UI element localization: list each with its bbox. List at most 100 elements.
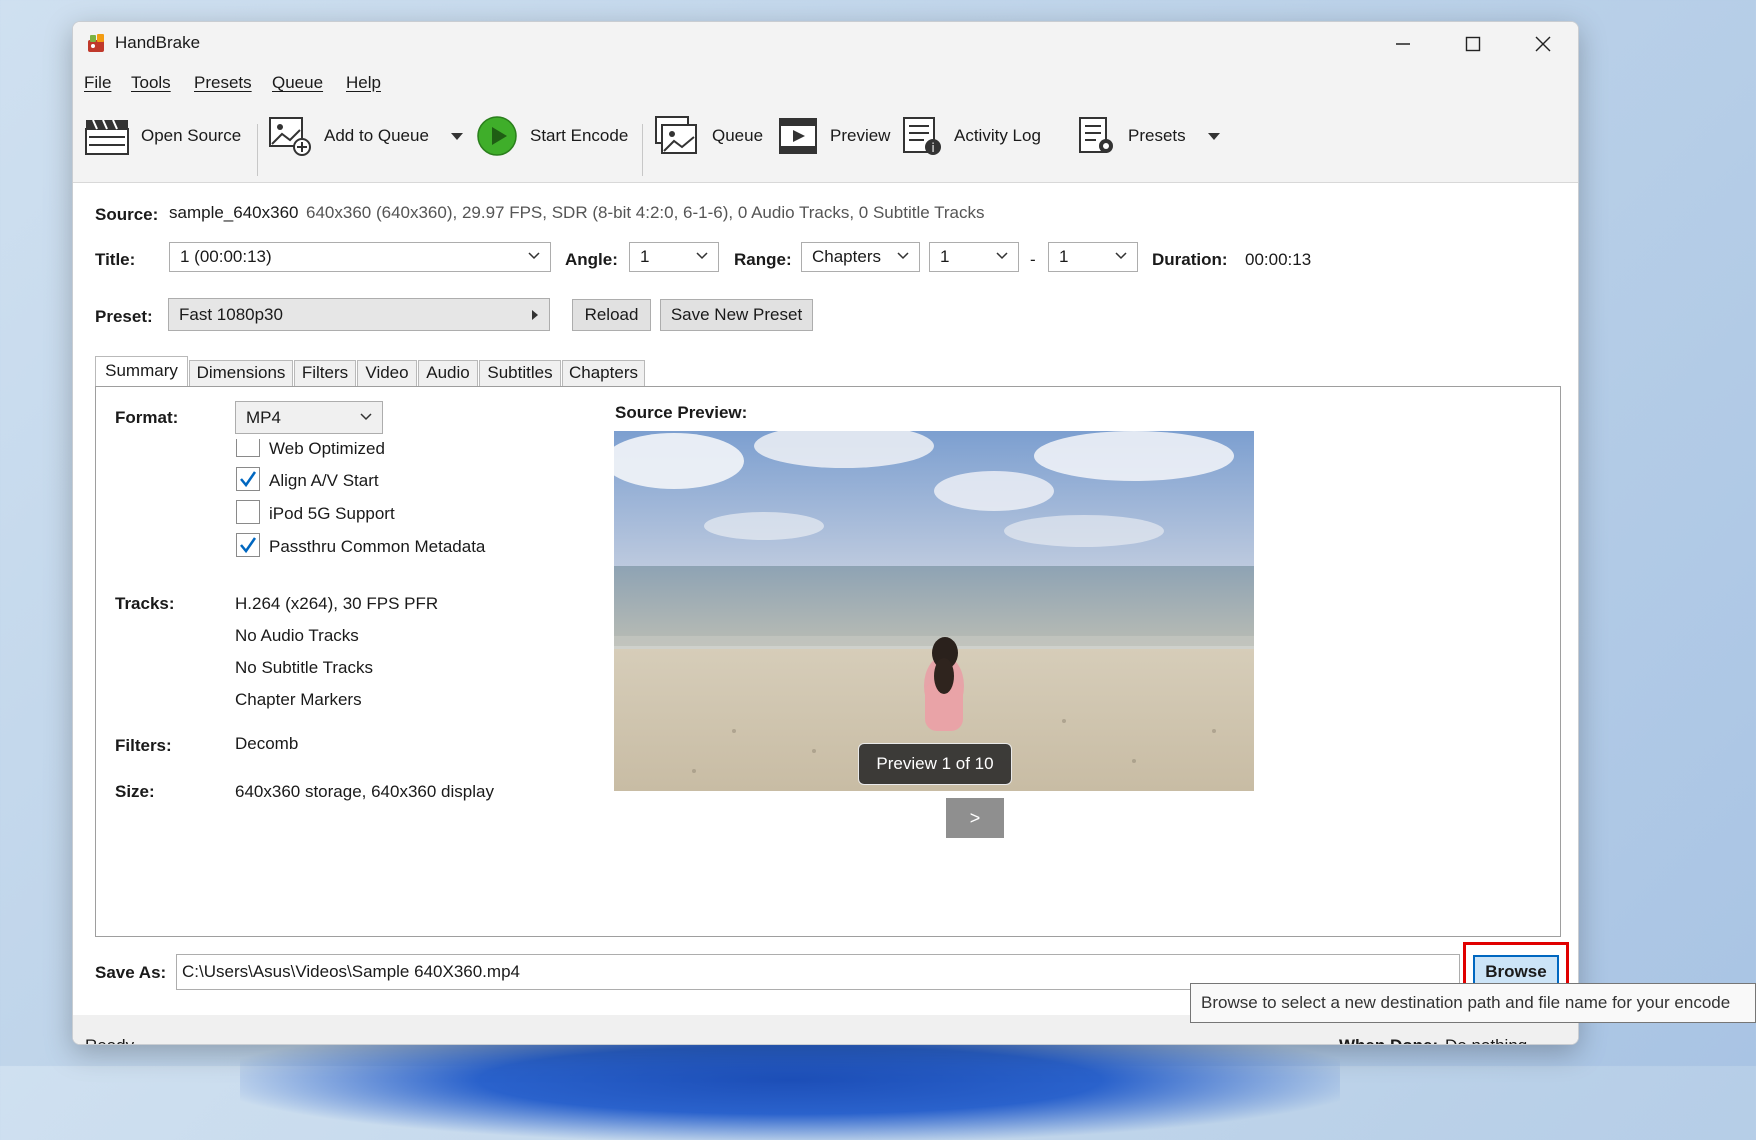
- close-icon: [1535, 36, 1551, 52]
- track-video: H.264 (x264), 30 FPS PFR: [235, 594, 439, 613]
- checkmark-icon: [240, 537, 257, 554]
- start-encode-label: Start Encode: [530, 126, 629, 145]
- menu-help[interactable]: Help: [346, 73, 381, 93]
- activity-log-icon: i: [903, 117, 941, 155]
- svg-text:i: i: [931, 141, 934, 155]
- source-info: 640x360 (640x360), 29.97 FPS, SDR (8-bit…: [306, 203, 985, 222]
- range-separator: -: [1030, 250, 1036, 269]
- preset-value: Fast 1080p30: [179, 305, 283, 324]
- preview-counter-badge: Preview 1 of 10: [858, 743, 1012, 785]
- play-icon: [477, 116, 517, 156]
- window-title: HandBrake: [115, 33, 201, 52]
- range-start-value: 1: [940, 247, 950, 266]
- menu-queue[interactable]: Queue: [272, 73, 323, 93]
- title-bar: HandBrake: [73, 22, 1578, 66]
- tab-subtitles[interactable]: Subtitles: [479, 360, 561, 386]
- preview-button[interactable]: Preview: [778, 114, 890, 158]
- source-name: sample_640x360: [169, 203, 299, 222]
- tab-dimensions[interactable]: Dimensions: [189, 360, 293, 386]
- angle-select[interactable]: 1: [629, 242, 719, 272]
- open-source-label: Open Source: [141, 126, 242, 145]
- clapperboard-icon: [85, 119, 129, 155]
- presets-label: Presets: [1128, 126, 1186, 145]
- minimize-button[interactable]: [1368, 22, 1438, 66]
- range-end-value: 1: [1059, 247, 1069, 266]
- start-encode-button[interactable]: Start Encode: [476, 114, 628, 158]
- track-chapters: Chapter Markers: [235, 690, 362, 709]
- chevron-down-icon: [1115, 252, 1127, 260]
- tracks-label: Tracks:: [115, 594, 175, 613]
- presets-button[interactable]: Presets: [1078, 114, 1220, 158]
- add-to-queue-button[interactable]: Add to Queue: [268, 114, 463, 158]
- menu-tools[interactable]: Tools: [131, 73, 171, 93]
- passthru-metadata-checkbox[interactable]: [236, 533, 260, 557]
- tab-summary[interactable]: Summary: [95, 356, 188, 387]
- duration-label: Duration:: [1152, 250, 1228, 269]
- browse-tooltip: Browse to select a new destination path …: [1190, 983, 1756, 1023]
- tab-audio[interactable]: Audio: [418, 360, 478, 386]
- chevron-down-icon: [897, 252, 909, 260]
- queue-images-icon: [655, 116, 697, 154]
- toolbar: Open Source Add to Queue Start Encode Qu…: [73, 100, 1578, 183]
- track-subtitles: No Subtitle Tracks: [235, 658, 373, 677]
- preview-label: Preview: [830, 126, 891, 145]
- angle-label: Angle:: [565, 250, 618, 269]
- menu-file[interactable]: File: [84, 73, 111, 93]
- film-preview-icon: [779, 118, 817, 154]
- title-select-value: 1 (00:00:13): [180, 247, 272, 266]
- maximize-button[interactable]: [1438, 22, 1508, 66]
- save-as-label: Save As:: [95, 963, 167, 982]
- title-select[interactable]: 1 (00:00:13): [169, 242, 551, 272]
- source-preview-label: Source Preview:: [615, 403, 748, 422]
- when-done-value[interactable]: Do nothing: [1445, 1036, 1527, 1044]
- size-value: 640x360 storage, 640x360 display: [235, 782, 494, 801]
- next-preview-button[interactable]: >: [946, 798, 1004, 838]
- menu-presets[interactable]: Presets: [194, 73, 252, 93]
- save-new-preset-button[interactable]: Save New Preset: [660, 299, 813, 331]
- ipod-5g-support-checkbox[interactable]: [236, 500, 260, 524]
- add-image-icon: [269, 117, 311, 156]
- format-label: Format:: [115, 408, 179, 427]
- filters-value: Decomb: [235, 734, 299, 753]
- align-av-start-checkbox[interactable]: [236, 467, 260, 491]
- toolbar-separator: [642, 124, 643, 176]
- status-text: Ready: [85, 1036, 134, 1044]
- chevron-down-icon: [696, 252, 708, 260]
- size-label: Size:: [115, 782, 155, 801]
- menu-bar: File Tools Presets Queue Help: [73, 66, 1578, 100]
- source-label: Source:: [95, 205, 159, 224]
- activity-log-button[interactable]: i Activity Log: [902, 114, 1041, 158]
- toolbar-separator: [257, 124, 258, 176]
- range-start-select[interactable]: 1: [929, 242, 1019, 272]
- dropdown-caret-icon[interactable]: [450, 132, 463, 140]
- range-end-select[interactable]: 1: [1048, 242, 1138, 272]
- chevron-down-icon: [996, 252, 1008, 260]
- preset-label: Preset:: [95, 307, 153, 326]
- angle-select-value: 1: [640, 247, 650, 266]
- track-audio: No Audio Tracks: [235, 626, 359, 645]
- filters-label: Filters:: [115, 736, 172, 755]
- chevron-right-icon: [532, 310, 538, 320]
- activity-log-label: Activity Log: [954, 126, 1041, 145]
- title-label: Title:: [95, 250, 136, 269]
- source-preview-image: Preview 1 of 10: [614, 431, 1254, 791]
- align-av-start-label: Align A/V Start: [269, 471, 379, 490]
- passthru-metadata-label: Passthru Common Metadata: [269, 537, 486, 556]
- close-button[interactable]: [1508, 22, 1578, 66]
- preset-selector[interactable]: Fast 1080p30: [168, 298, 550, 331]
- dropdown-caret-icon[interactable]: [1207, 132, 1220, 140]
- queue-button[interactable]: Queue: [654, 114, 763, 158]
- web-optimized-checkbox[interactable]: [236, 439, 260, 457]
- format-select[interactable]: MP4: [235, 401, 383, 434]
- handbrake-app-icon: [88, 34, 104, 52]
- open-source-button[interactable]: Open Source: [85, 114, 241, 158]
- tab-filters[interactable]: Filters: [294, 360, 356, 386]
- range-mode-select[interactable]: Chapters: [801, 242, 920, 272]
- range-mode-value: Chapters: [812, 247, 881, 266]
- tab-video[interactable]: Video: [357, 360, 417, 386]
- ipod-5g-support-label: iPod 5G Support: [269, 504, 395, 523]
- beach-scene-image: [614, 431, 1254, 791]
- presets-settings-icon: [1079, 117, 1113, 153]
- reload-button[interactable]: Reload: [572, 299, 651, 331]
- tab-chapters[interactable]: Chapters: [562, 360, 645, 386]
